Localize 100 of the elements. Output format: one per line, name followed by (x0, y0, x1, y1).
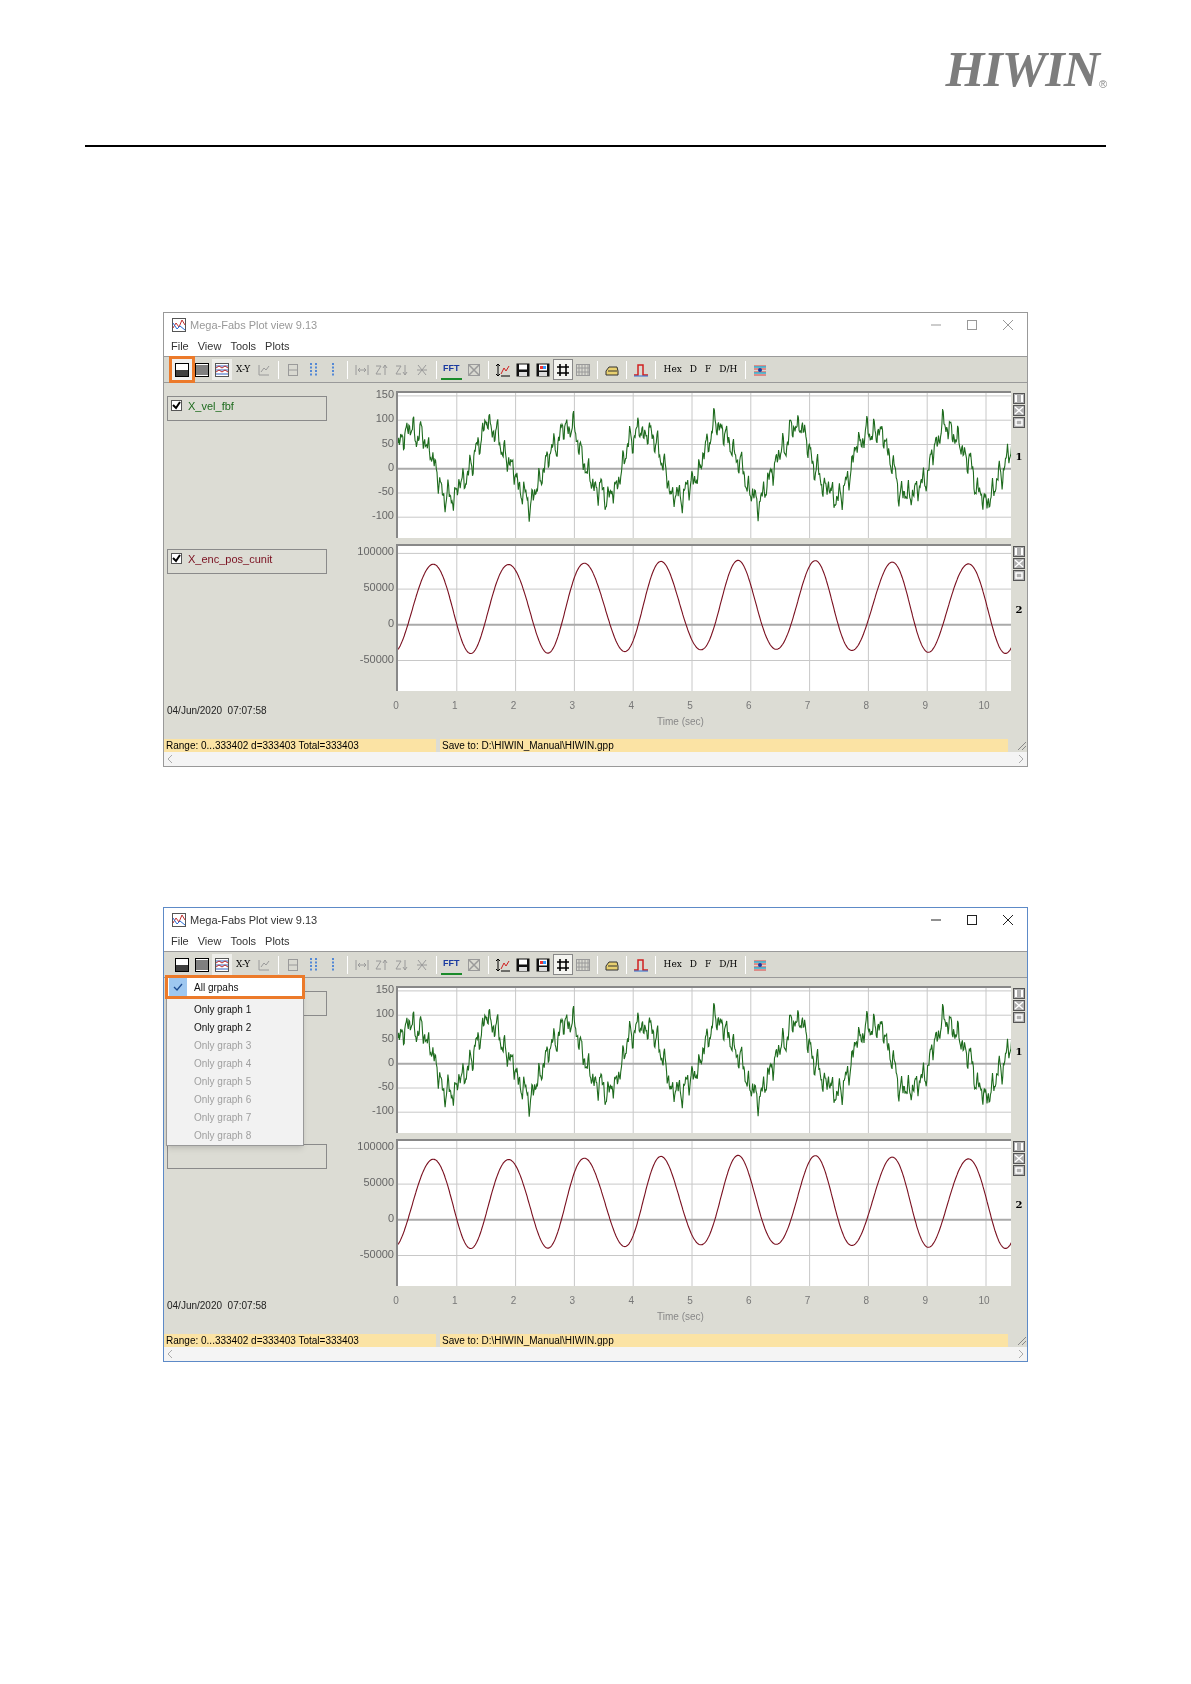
toolbar-button[interactable]: D (685, 359, 702, 380)
toolbar-button[interactable]: Hex (659, 359, 686, 380)
cursor-icon (332, 957, 335, 972)
fft-button[interactable]: FFT (441, 359, 462, 380)
expand-icon[interactable] (1013, 546, 1025, 557)
maximize-icon[interactable] (967, 915, 977, 925)
restore-icon[interactable] (1013, 1165, 1025, 1176)
toolbar-button[interactable]: D (685, 954, 702, 975)
x-tick-label: 4 (628, 699, 634, 713)
y-tick-label: 150 (375, 982, 394, 995)
y-tick-label: 50 (381, 436, 394, 449)
toolbar-button[interactable]: Hex (659, 954, 686, 975)
resize-grip-icon[interactable] (1015, 1334, 1027, 1346)
y-tick-label: 100000 (357, 545, 394, 558)
fine-grid-icon (574, 956, 591, 973)
menu-item[interactable]: View (193, 338, 226, 355)
checkbox[interactable] (171, 553, 182, 564)
x-tick-label: 6 (746, 1294, 752, 1308)
close-graph-icon[interactable] (1013, 558, 1025, 569)
toolbar-button[interactable]: X-Y (232, 954, 255, 975)
x-tick-label: 1 (452, 1294, 458, 1308)
window-title: Mega-Fabs Plot view 9.13 (190, 912, 318, 928)
app-icon (172, 913, 186, 927)
x-tick-label: 10 (978, 1294, 990, 1308)
close-graph-icon[interactable] (1013, 1153, 1025, 1164)
expand-icon[interactable] (1013, 393, 1025, 404)
resize-grip-icon[interactable] (1015, 739, 1027, 751)
x-tick-label: 3 (569, 1294, 576, 1308)
close-graph-icon[interactable] (1013, 405, 1025, 416)
scroll-left-icon[interactable] (167, 1350, 173, 1358)
checkbox[interactable] (171, 400, 182, 411)
menu-item[interactable]: Tools (226, 338, 261, 355)
toolbar-button[interactable] (552, 359, 573, 380)
stacked-graph-icon (214, 361, 230, 378)
x-tick-label: 6 (746, 699, 752, 713)
x-tick-label: 1 (452, 699, 458, 713)
toolbar-button[interactable] (212, 954, 232, 975)
menu-item[interactable]: Plots (261, 338, 294, 355)
graph-number: 1 (1015, 1045, 1023, 1059)
y-tick-label: -100 (371, 509, 394, 522)
toolbar-button[interactable]: F (701, 359, 716, 380)
menu-option[interactable]: Only graph 1 (168, 1000, 302, 1018)
x-tick-label: 8 (863, 1294, 870, 1308)
menu-item[interactable]: Tools (226, 933, 261, 950)
single-graph-icon (174, 956, 190, 973)
menu-item[interactable]: View (193, 933, 226, 950)
save-color-icon (534, 361, 551, 378)
double-cursor-icon (309, 362, 317, 377)
status-field: Save to: D:\HIWIN_Manual\HIWIN.gpp (440, 739, 1008, 752)
y-tick-label: 100 (375, 412, 394, 425)
y-tick-label: -50000 (359, 652, 394, 665)
scroll-right-icon[interactable] (1018, 755, 1024, 763)
status-field: Save to: D:\HIWIN_Manual\HIWIN.gpp (440, 1334, 1008, 1347)
toolbar-button[interactable] (212, 359, 232, 380)
y-tick-label: -50 (378, 1080, 394, 1092)
timestamp: 04/Jun/2020 07:07:58 (167, 1300, 267, 1311)
toolbar-button[interactable]: D/H (715, 954, 742, 975)
menu-option[interactable]: All grpahs (168, 978, 302, 996)
x-tick-label: 2 (510, 699, 517, 713)
y-tick-label: 0 (387, 1055, 394, 1068)
y-tick-label: -50 (378, 485, 394, 497)
fft-button[interactable]: FFT (441, 954, 462, 975)
scroll-right-icon[interactable] (1018, 1350, 1024, 1358)
grid-cross-icon (465, 956, 482, 973)
menu-item[interactable]: File (167, 338, 193, 355)
axis-title: Time (sec) (657, 715, 704, 729)
expand-icon[interactable] (1013, 988, 1025, 999)
toolbar-button[interactable]: X-Y (232, 359, 255, 380)
y-tick-label: 50000 (363, 581, 394, 594)
x-tick-label: 10 (978, 699, 990, 713)
save-color-icon (534, 956, 551, 973)
signal-name: X_vel_fbf (188, 399, 234, 413)
restore-icon[interactable] (1013, 417, 1025, 428)
menu-item[interactable]: File (167, 933, 193, 950)
x-tick-label: 3 (569, 699, 576, 713)
restore-icon[interactable] (1013, 570, 1025, 581)
toolbar-button[interactable]: D/H (715, 359, 742, 380)
close-icon[interactable] (1003, 915, 1013, 925)
menu-item[interactable]: Plots (261, 933, 294, 950)
menu-option[interactable]: Only graph 2 (168, 1018, 302, 1036)
restore-icon[interactable] (1013, 1012, 1025, 1023)
x-tick-label: 5 (687, 1294, 693, 1308)
cursor-icon (332, 362, 335, 377)
x-tick-label: 2 (510, 1294, 517, 1308)
signal-name: X_enc_pos_cunit (188, 552, 273, 566)
expand-icon[interactable] (1013, 1141, 1025, 1152)
scale-icon (494, 956, 511, 973)
multi-graph-icon (194, 956, 210, 973)
x-tick-label: 7 (804, 1294, 811, 1308)
y-tick-label: -50000 (359, 1247, 394, 1260)
status-field: Range: 0...333402 d=333403 Total=333403 (164, 1334, 436, 1347)
graph-number: 2 (1015, 603, 1023, 617)
x-tick-label: 4 (628, 1294, 634, 1308)
toolbar-button[interactable] (172, 359, 192, 380)
close-graph-icon[interactable] (1013, 1000, 1025, 1011)
toolbar-button[interactable] (552, 954, 573, 975)
fine-grid-icon (574, 361, 591, 378)
toolbar-button[interactable]: F (701, 954, 716, 975)
scroll-left-icon[interactable] (167, 755, 173, 763)
y-tick-label: 50000 (363, 1176, 394, 1189)
